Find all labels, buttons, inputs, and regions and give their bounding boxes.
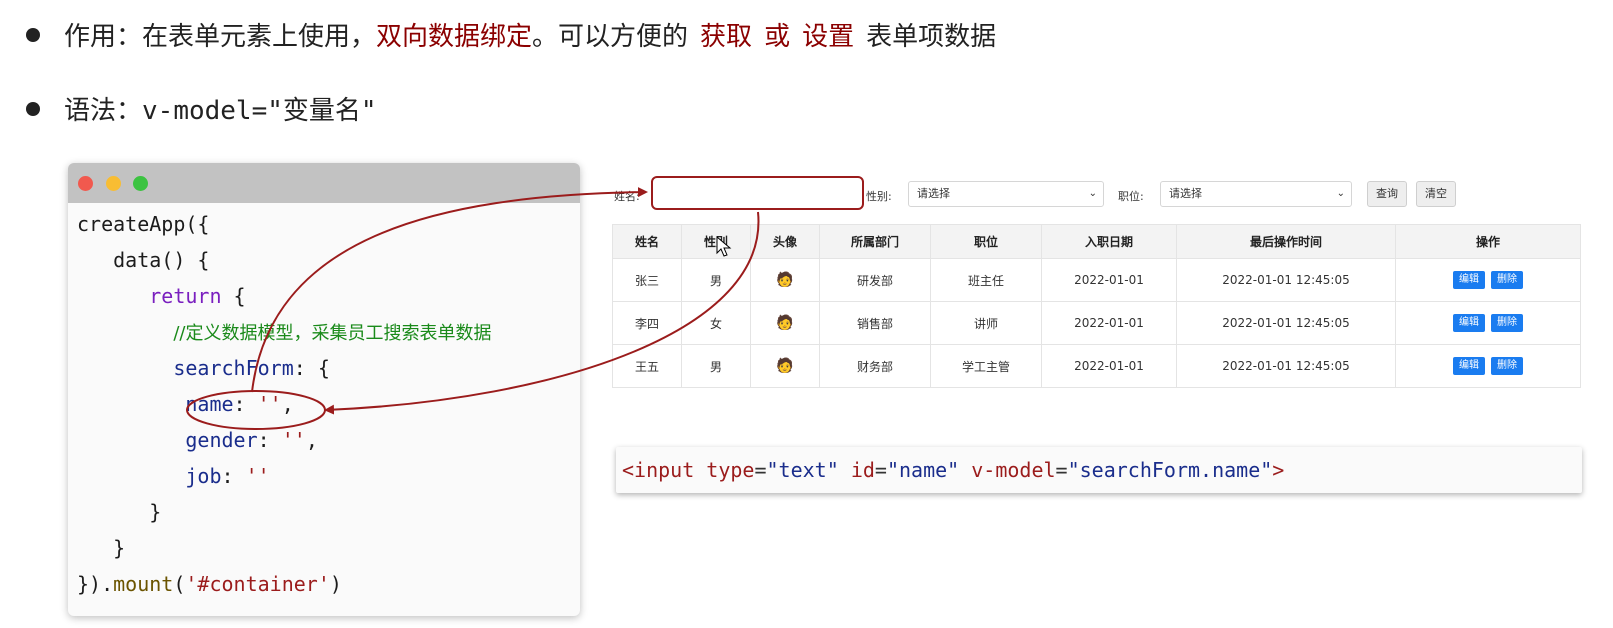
header-name: 姓名 xyxy=(612,224,682,259)
table-header-row: 姓名 性别 头像 所属部门 职位 入职日期 最后操作时间 操作 xyxy=(612,224,1581,259)
code-window: createApp({ data() { return { //定义数据模型，采… xyxy=(68,163,580,616)
cell-job: 班主任 xyxy=(930,258,1042,302)
purpose-highlight-binding: 双向数据绑定 xyxy=(376,22,533,52)
code-line-createapp: createApp({ xyxy=(77,212,210,236)
gender-label: 性别: xyxy=(866,190,892,203)
bullet-purpose: 作用：在表单元素上使用， 双向数据绑定 。可以方便的 获取 或 设置 表单项数据 xyxy=(26,16,996,53)
chevron-down-icon: ⌄ xyxy=(1336,188,1345,199)
code-line-return: return { xyxy=(149,284,246,308)
cell-name: 张三 xyxy=(612,258,682,302)
cell-actions: 编辑 删除 xyxy=(1395,344,1581,388)
purpose-suffix: 表单项数据 xyxy=(866,22,997,52)
purpose-highlight-get: 获取 xyxy=(700,22,753,52)
header-updated: 最后操作时间 xyxy=(1176,224,1396,259)
purpose-mid: 。可以方便的 xyxy=(532,22,689,52)
cell-gender: 男 xyxy=(681,258,751,302)
edit-button[interactable]: 编辑 xyxy=(1453,314,1485,332)
cell-updated: 2022-01-01 12:45:05 xyxy=(1176,344,1396,388)
header-entry-date: 入职日期 xyxy=(1041,224,1177,259)
cell-actions: 编辑 删除 xyxy=(1395,258,1581,302)
bullet-dot xyxy=(26,101,40,116)
table-row: 张三 男 🧑 研发部 班主任 2022-01-01 2022-01-01 12:… xyxy=(612,258,1581,302)
query-button[interactable]: 查询 xyxy=(1367,181,1407,207)
header-actions: 操作 xyxy=(1395,224,1581,259)
code-line-gender: gender: '', xyxy=(185,428,318,452)
cell-actions: 编辑 删除 xyxy=(1395,301,1581,345)
code-body: createApp({ data() { return { //定义数据模型，采… xyxy=(77,206,491,602)
chevron-down-icon: ⌄ xyxy=(1088,188,1097,199)
header-dept: 所属部门 xyxy=(819,224,931,259)
job-label: 职位: xyxy=(1118,190,1144,203)
code-line-close-data: } xyxy=(77,536,126,560)
name-search-input[interactable] xyxy=(651,176,864,210)
cell-gender: 男 xyxy=(681,344,751,388)
cell-entry-date: 2022-01-01 xyxy=(1041,344,1177,388)
cell-avatar: 🧑 xyxy=(750,344,820,388)
close-window-icon xyxy=(78,176,93,191)
bullet-dot xyxy=(26,27,40,42)
job-select-value: 请选择 xyxy=(1169,187,1202,200)
delete-button[interactable]: 删除 xyxy=(1491,271,1523,289)
mouse-cursor-icon xyxy=(716,236,732,257)
person-avatar-icon: 🧑 xyxy=(776,358,794,374)
cell-avatar: 🧑 xyxy=(750,301,820,345)
maximize-window-icon xyxy=(133,176,148,191)
bullet-syntax: 语法： v-model="变量名" xyxy=(26,90,377,127)
delete-button[interactable]: 删除 xyxy=(1491,314,1523,332)
person-avatar-icon: 🧑 xyxy=(776,272,794,288)
code-line-comment: //定义数据模型，采集员工搜索表单数据 xyxy=(173,323,492,344)
gender-select-value: 请选择 xyxy=(917,187,950,200)
input-code-snippet: <input type="text" id="name" v-model="se… xyxy=(616,447,1582,493)
cell-name: 李四 xyxy=(612,301,682,345)
syntax-prefix: 语法： xyxy=(64,96,143,126)
code-line-job: job: '' xyxy=(185,464,270,488)
cell-updated: 2022-01-01 12:45:05 xyxy=(1176,258,1396,302)
table-row: 李四 女 🧑 销售部 讲师 2022-01-01 2022-01-01 12:4… xyxy=(612,301,1581,345)
syntax-code: v-model="变量名" xyxy=(142,96,377,126)
employee-table: 姓名 性别 头像 所属部门 职位 入职日期 最后操作时间 操作 张三 男 🧑 研… xyxy=(612,224,1581,388)
code-line-close-inner: } xyxy=(77,500,162,524)
edit-button[interactable]: 编辑 xyxy=(1453,271,1485,289)
cell-entry-date: 2022-01-01 xyxy=(1041,301,1177,345)
clear-button[interactable]: 清空 xyxy=(1416,181,1456,207)
minimize-window-icon xyxy=(106,176,121,191)
header-avatar: 头像 xyxy=(750,224,820,259)
delete-button[interactable]: 删除 xyxy=(1491,357,1523,375)
cell-updated: 2022-01-01 12:45:05 xyxy=(1176,301,1396,345)
purpose-prefix: 作用：在表单元素上使用， xyxy=(64,22,377,52)
purpose-highlight-set: 设置 xyxy=(802,22,855,52)
cell-entry-date: 2022-01-01 xyxy=(1041,258,1177,302)
cell-job: 讲师 xyxy=(930,301,1042,345)
cell-dept: 财务部 xyxy=(819,344,931,388)
code-line-searchform: searchForm: { xyxy=(173,356,330,380)
cell-avatar: 🧑 xyxy=(750,258,820,302)
code-line-mount: }).mount('#container') xyxy=(77,572,342,596)
cell-gender: 女 xyxy=(681,301,751,345)
cell-dept: 研发部 xyxy=(819,258,931,302)
code-line-data: data() { xyxy=(77,248,210,272)
purpose-highlight-or: 或 xyxy=(764,22,791,52)
cell-name: 王五 xyxy=(612,344,682,388)
cell-dept: 销售部 xyxy=(819,301,931,345)
code-line-name: name: '', xyxy=(185,392,294,416)
name-label: 姓名: xyxy=(614,190,640,203)
cell-job: 学工主管 xyxy=(930,344,1042,388)
table-row: 王五 男 🧑 财务部 学工主管 2022-01-01 2022-01-01 12… xyxy=(612,344,1581,388)
gender-select[interactable]: 请选择 ⌄ xyxy=(908,181,1104,207)
job-select[interactable]: 请选择 ⌄ xyxy=(1160,181,1352,207)
person-avatar-icon: 🧑 xyxy=(776,315,794,331)
header-job: 职位 xyxy=(930,224,1042,259)
code-window-titlebar xyxy=(68,163,580,203)
edit-button[interactable]: 编辑 xyxy=(1453,357,1485,375)
